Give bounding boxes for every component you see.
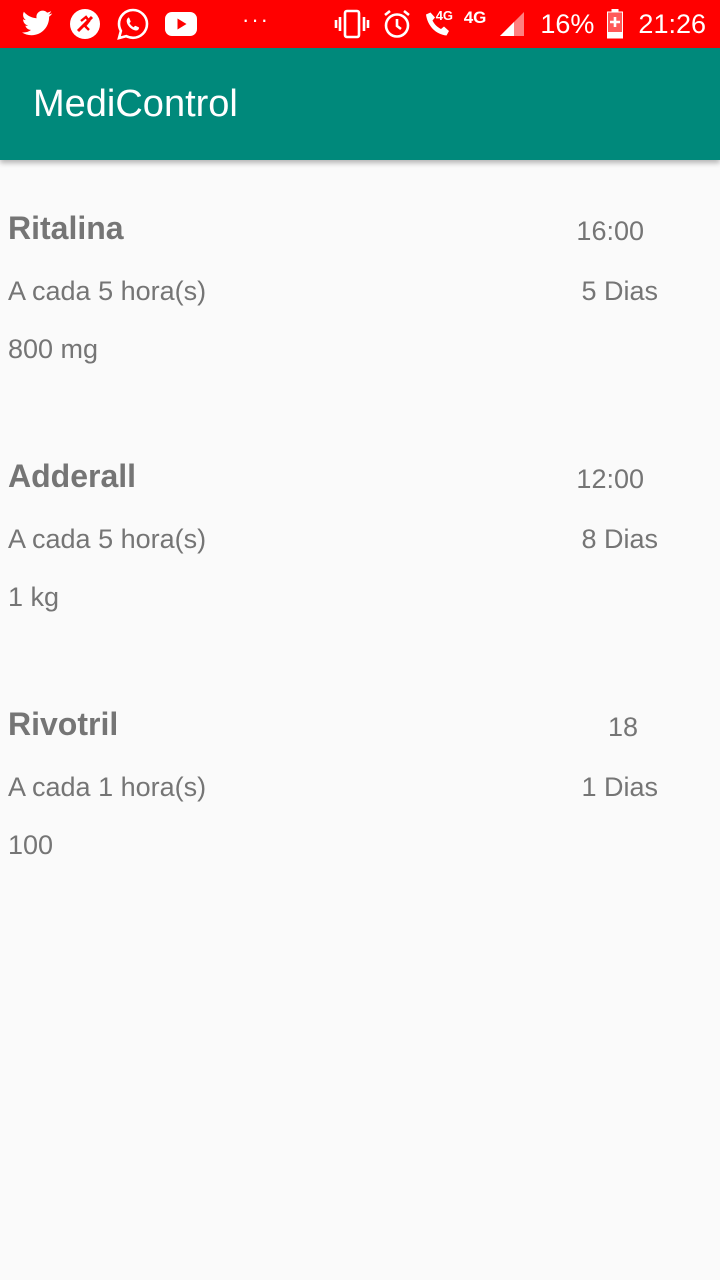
youtube-icon xyxy=(164,7,198,41)
medication-name: Adderall xyxy=(8,458,137,494)
medication-dose: 800 mg xyxy=(8,334,99,364)
medication-time: 12:00 xyxy=(576,464,644,494)
notification-icons: ··· xyxy=(20,0,270,48)
signal-icon xyxy=(498,10,526,38)
status-bar: ··· 4G 4G 16% 21:26 xyxy=(0,0,720,48)
medication-interval: A cada 5 hora(s) xyxy=(8,276,207,306)
medication-time: 18 xyxy=(607,712,638,742)
more-notifications-indicator: ··· xyxy=(242,7,270,32)
medication-time: 16:00 xyxy=(576,216,644,246)
app-title: MediControl xyxy=(33,83,238,125)
status-time: 21:26 xyxy=(638,8,706,39)
medication-dose: 1 kg xyxy=(8,582,60,612)
medication-item[interactable]: Adderall 12:00 A cada 5 hora(s) 8 Dias 1… xyxy=(0,408,720,656)
volte-label: 4G xyxy=(435,8,454,23)
medication-days: 8 Dias xyxy=(581,524,658,554)
medication-interval: A cada 5 hora(s) xyxy=(8,524,207,554)
medication-name: Ritalina xyxy=(8,210,124,246)
battery-charging-icon xyxy=(606,9,624,39)
volte-call-icon: 4G xyxy=(424,8,454,38)
twitter-icon xyxy=(20,7,54,41)
medication-list: Ritalina 16:00 A cada 5 hora(s) 5 Dias 8… xyxy=(0,160,720,904)
vibrate-icon xyxy=(334,9,370,39)
medication-days: 1 Dias xyxy=(581,772,658,802)
medication-interval: A cada 1 hora(s) xyxy=(8,772,207,802)
whatsapp-icon xyxy=(116,7,150,41)
medication-item[interactable]: Ritalina 16:00 A cada 5 hora(s) 5 Dias 8… xyxy=(0,160,720,408)
medication-item[interactable]: Rivotril 18 A cada 1 hora(s) 1 Dias 100 xyxy=(0,656,720,904)
alarm-icon xyxy=(382,9,412,39)
medication-days: 5 Dias xyxy=(581,276,658,306)
app-bar: MediControl xyxy=(0,48,720,160)
no-disturb-icon xyxy=(68,7,102,41)
system-status: 4G 4G 16% 21:26 xyxy=(322,0,706,48)
battery-percent: 16% xyxy=(540,8,595,39)
medication-dose: 100 xyxy=(8,830,54,860)
network-type: 4G xyxy=(463,8,487,27)
medication-name: Rivotril xyxy=(8,706,119,742)
